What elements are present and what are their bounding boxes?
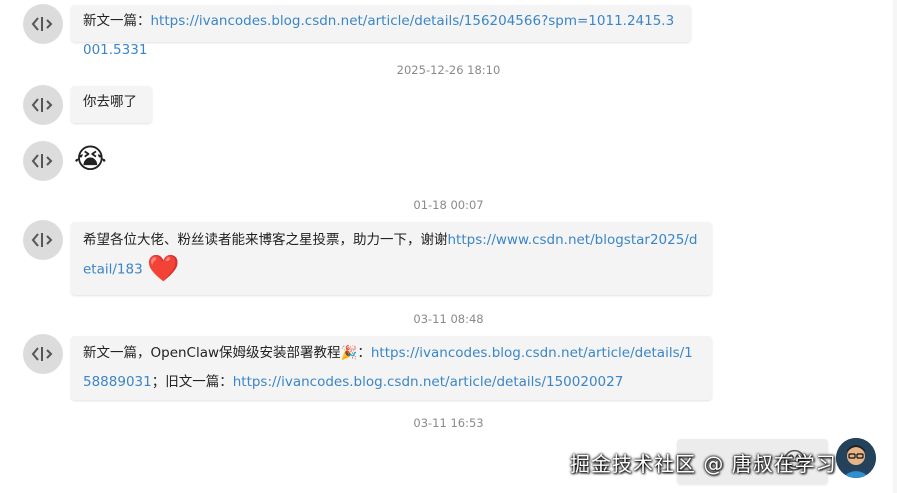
message-link[interactable]: https://ivancodes.blog.csdn.net/article/… <box>233 374 624 390</box>
message-bubble: 新文一篇，OpenClaw保姆级安装部署教程🎉： https://ivancode… <box>71 336 712 400</box>
contact-avatar[interactable] <box>23 220 63 260</box>
message-bubble: 希望各位大佬、粉丝读者能来博客之星投票，助力一下，谢谢https://www.c… <box>71 222 712 295</box>
message-text-mid: ；旧文一篇： <box>151 374 233 390</box>
contact-avatar[interactable] <box>23 85 63 125</box>
message-colon: ： <box>357 345 371 361</box>
message-text: 新文一篇，OpenClaw保姆级安装部署教程 <box>83 345 341 361</box>
message-text: 新文一篇： <box>83 13 151 29</box>
contact-avatar[interactable] <box>23 141 63 181</box>
code-brackets-avatar-icon <box>31 154 53 168</box>
message-link[interactable]: https://ivancodes.blog.csdn.net/article/… <box>83 13 674 58</box>
timestamp: 03-11 16:53 <box>413 416 484 430</box>
timestamp: 2025-12-26 18:10 <box>396 63 501 77</box>
contact-avatar[interactable] <box>23 4 63 44</box>
code-brackets-avatar-icon <box>31 347 53 361</box>
timestamp: 03-11 08:48 <box>413 312 484 326</box>
message-bubble: 你去哪了 <box>71 86 152 123</box>
self-avatar[interactable] <box>836 438 876 478</box>
timestamp: 01-18 00:07 <box>413 198 484 212</box>
code-brackets-avatar-icon <box>31 98 53 112</box>
heart-emoji: ❤️ <box>147 254 180 284</box>
message-text: 希望各位大佬、粉丝读者能来博客之星投票，助力一下，谢谢 <box>83 232 448 248</box>
watermark: 掘金技术社区 @ 唐叔在学习 <box>570 452 837 476</box>
user-avatar-icon <box>836 438 876 478</box>
scrollbar-track[interactable] <box>893 0 897 493</box>
message-bubble: 新文一篇：https://ivancodes.blog.csdn.net/art… <box>71 5 691 58</box>
contact-avatar[interactable] <box>23 334 63 374</box>
code-brackets-avatar-icon <box>31 17 53 31</box>
party-popper-icon: 🎉 <box>340 345 358 361</box>
code-brackets-avatar-icon <box>31 233 53 247</box>
crying-emoji: 😭 <box>74 142 107 175</box>
message-text: 你去哪了 <box>83 94 137 110</box>
